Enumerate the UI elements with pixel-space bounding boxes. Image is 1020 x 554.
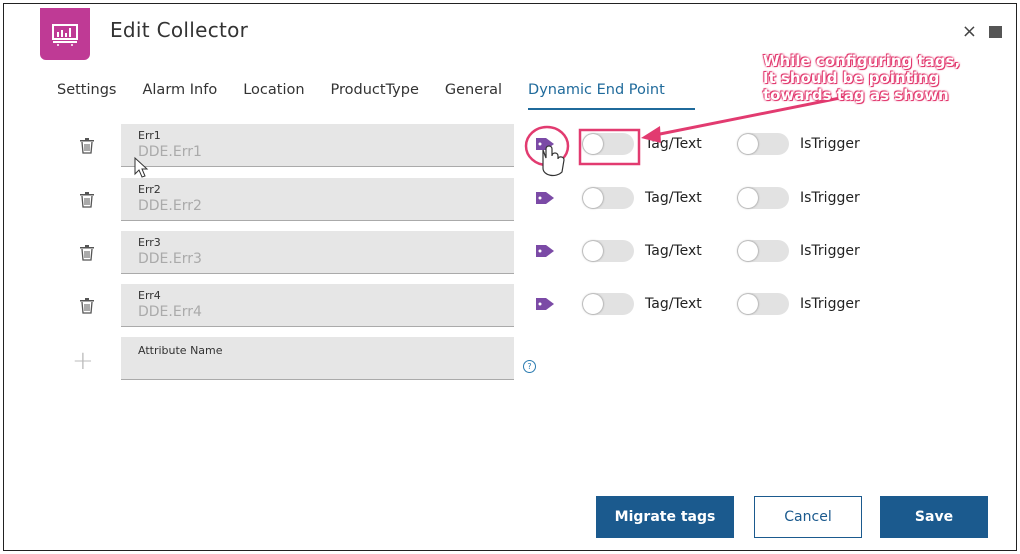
is-trigger-label: IsTrigger	[800, 190, 860, 206]
is-trigger-toggle[interactable]	[737, 133, 789, 155]
attribute-value: DDE.Err1	[138, 144, 202, 160]
tab-dynamic-end-point[interactable]: Dynamic End Point	[528, 82, 695, 110]
tag-icon[interactable]	[535, 243, 555, 259]
attribute-value: DDE.Err3	[138, 251, 202, 267]
annotation-text: While configuring tags, It should be poi…	[763, 53, 1018, 104]
trash-icon[interactable]	[80, 192, 94, 208]
tag-icon[interactable]	[535, 296, 555, 312]
attribute-row: Err2 DDE.Err2 Tag/Text IsTrigger	[0, 178, 1000, 221]
is-trigger-label: IsTrigger	[800, 296, 860, 312]
tag-text-label: Tag/Text	[645, 243, 702, 259]
annotation-line-2: It should be pointing	[763, 69, 940, 87]
tag-icon[interactable]	[535, 190, 555, 206]
tab-general[interactable]: General	[445, 82, 502, 98]
add-attribute-button[interactable]: +	[72, 346, 94, 376]
attribute-row: Err3 DDE.Err3 Tag/Text IsTrigger	[0, 231, 1000, 274]
tab-alarm-info[interactable]: Alarm Info	[142, 82, 217, 98]
is-trigger-toggle[interactable]	[737, 187, 789, 209]
maximize-icon[interactable]	[989, 26, 1002, 38]
is-trigger-label: IsTrigger	[800, 243, 860, 259]
annotation-line-1: While configuring tags,	[763, 52, 961, 70]
tag-icon[interactable]	[535, 136, 555, 152]
tag-text-toggle[interactable]	[582, 187, 634, 209]
attribute-row: Err1 DDE.Err1 Tag/Text IsTrigger	[0, 124, 1000, 167]
tab-location[interactable]: Location	[243, 82, 304, 98]
attribute-name: Err4	[138, 289, 161, 302]
tag-text-toggle[interactable]	[582, 133, 634, 155]
tag-text-label: Tag/Text	[645, 190, 702, 206]
tag-text-toggle[interactable]	[582, 293, 634, 315]
tab-product-type[interactable]: ProductType	[331, 82, 419, 98]
attribute-value: DDE.Err2	[138, 198, 202, 214]
annotation-line-3: towards tag as shown	[763, 86, 949, 104]
attribute-field[interactable]: Err3 DDE.Err3	[121, 231, 514, 274]
tag-text-toggle[interactable]	[582, 240, 634, 262]
attribute-value: DDE.Err4	[138, 304, 202, 320]
tag-text-label: Tag/Text	[645, 136, 702, 152]
migrate-tags-button[interactable]: Migrate tags	[596, 496, 734, 538]
help-icon[interactable]: ?	[523, 360, 536, 373]
collector-icon	[40, 8, 90, 60]
tag-text-label: Tag/Text	[645, 296, 702, 312]
attribute-name: Err3	[138, 236, 161, 249]
attribute-name: Err2	[138, 183, 161, 196]
trash-icon[interactable]	[80, 298, 94, 314]
is-trigger-toggle[interactable]	[737, 240, 789, 262]
attribute-name-label: Attribute Name	[138, 344, 223, 357]
attribute-field[interactable]: Err2 DDE.Err2	[121, 178, 514, 221]
attribute-field[interactable]: Err4 DDE.Err4	[121, 284, 514, 327]
dialog-title: Edit Collector	[110, 18, 249, 42]
trash-icon[interactable]	[80, 245, 94, 261]
trash-icon[interactable]	[80, 138, 94, 154]
is-trigger-toggle[interactable]	[737, 293, 789, 315]
cancel-button[interactable]: Cancel	[754, 496, 862, 538]
tab-settings[interactable]: Settings	[57, 82, 116, 98]
is-trigger-label: IsTrigger	[800, 136, 860, 152]
attribute-name-input[interactable]: Attribute Name	[121, 337, 514, 380]
attribute-name: Err1	[138, 129, 161, 142]
tab-bar: Settings Alarm Info Location ProductType…	[57, 82, 695, 110]
close-icon[interactable]: ×	[962, 23, 977, 41]
save-button[interactable]: Save	[880, 496, 988, 538]
window-controls: ×	[962, 23, 1002, 41]
attribute-row: Err4 DDE.Err4 Tag/Text IsTrigger	[0, 284, 1000, 327]
attribute-field[interactable]: Err1 DDE.Err1	[121, 124, 514, 167]
